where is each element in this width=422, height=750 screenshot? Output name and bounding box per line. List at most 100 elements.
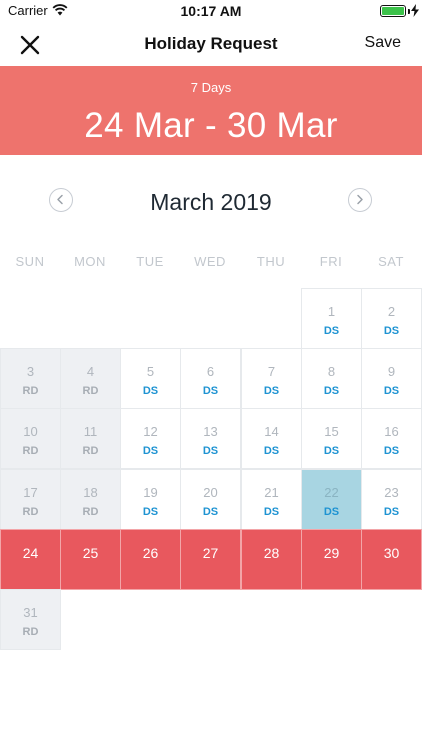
day-number: 28 (263, 545, 280, 561)
day-number: 14 (264, 424, 279, 439)
day-number: 6 (206, 364, 215, 379)
shift-code-label: DS (323, 325, 340, 337)
calendar-day[interactable]: 26 (120, 529, 181, 590)
calendar-day[interactable]: 12 DS (120, 408, 181, 469)
day-number: 29 (323, 545, 340, 561)
shift-code-label: DS (383, 325, 400, 337)
battery-icon (380, 5, 406, 17)
day-number: 9 (387, 364, 396, 379)
calendar-day[interactable]: 7 DS (241, 348, 302, 409)
day-number: 7 (267, 364, 276, 379)
weekday-label: SAT (378, 254, 404, 269)
day-number: 12 (143, 424, 158, 439)
shift-code-label: DS (202, 385, 219, 397)
calendar-day[interactable]: 23 DS (361, 469, 422, 530)
shift-code-label: RD (22, 626, 39, 638)
day-number: 4 (86, 364, 95, 379)
day-number: 1 (327, 304, 336, 319)
page-title: Holiday Request (144, 34, 278, 53)
nav-bar: Holiday Request Save (0, 24, 422, 66)
shift-code-label: DS (142, 506, 159, 518)
calendar-day[interactable]: 27 (180, 529, 241, 590)
calendar-day[interactable]: 31 RD (0, 589, 61, 650)
day-number: 18 (83, 485, 98, 500)
shift-code-label: DS (263, 385, 280, 397)
shift-code-label: DS (323, 506, 340, 518)
shift-code-label: RD (22, 506, 39, 518)
save-button[interactable]: Save (365, 34, 401, 52)
calendar-day[interactable]: 5 DS (120, 348, 181, 409)
weekday-label: TUE (136, 254, 164, 269)
day-number: 17 (23, 485, 38, 500)
day-number: 20 (203, 485, 218, 500)
day-number: 8 (327, 364, 336, 379)
date-range: 24 Mar - 30 Mar (84, 106, 338, 145)
calendar-day[interactable]: 18 RD (60, 469, 121, 530)
calendar-day[interactable]: 22 DS (301, 469, 362, 530)
shift-code-label: RD (82, 385, 99, 397)
calendar-day[interactable]: 10 RD (0, 408, 61, 469)
shift-code-label: RD (22, 445, 39, 457)
shift-code-label: DS (263, 445, 280, 457)
date-range-banner: 7 Days 24 Mar - 30 Mar (0, 66, 422, 155)
calendar-day[interactable]: 2 DS (361, 288, 422, 349)
calendar-day[interactable]: 24 (0, 529, 61, 590)
shift-code-label: DS (263, 506, 280, 518)
calendar-day[interactable]: 8 DS (301, 348, 362, 409)
shift-code-label: DS (323, 445, 340, 457)
day-number: 3 (26, 364, 35, 379)
calendar-day[interactable]: 25 (60, 529, 121, 590)
day-number: 19 (143, 485, 158, 500)
weekday-header: SUN MON TUE WED THU FRI SAT (0, 254, 422, 274)
shift-code-label: DS (142, 445, 159, 457)
shift-code-label: DS (383, 445, 400, 457)
status-bar: Carrier 10:17 AM (0, 0, 422, 24)
shift-code-label: DS (202, 445, 219, 457)
day-number: 11 (83, 424, 98, 439)
clock: 10:17 AM (180, 3, 242, 19)
shift-code-label: DS (142, 385, 159, 397)
day-number: 15 (324, 424, 339, 439)
next-month-button[interactable] (348, 188, 372, 212)
day-number: 5 (146, 364, 155, 379)
shift-code-label: DS (202, 506, 219, 518)
day-number: 21 (264, 485, 279, 500)
weekday-label: SUN (15, 254, 45, 269)
calendar-day[interactable]: 30 (361, 529, 422, 590)
weekday-label: MON (74, 254, 106, 269)
calendar-day[interactable]: 14 DS (241, 408, 302, 469)
shift-code-label: DS (323, 385, 340, 397)
battery-level (382, 7, 404, 15)
day-number: 22 (324, 485, 339, 500)
calendar-day[interactable]: 16 DS (361, 408, 422, 469)
charging-bolt-icon (411, 4, 419, 17)
calendar-day[interactable]: 17 RD (0, 469, 61, 530)
calendar-day[interactable]: 28 (241, 529, 302, 590)
calendar-day[interactable]: 3 RD (0, 348, 61, 409)
day-number: 25 (82, 545, 99, 561)
day-number: 2 (387, 304, 396, 319)
calendar-day[interactable]: 21 DS (241, 469, 302, 530)
calendar-day[interactable]: 6 DS (180, 348, 241, 409)
calendar-day[interactable]: 1 DS (301, 288, 362, 349)
battery-tip (408, 9, 410, 14)
day-number: 10 (23, 424, 38, 439)
day-number: 31 (23, 605, 38, 620)
calendar-day[interactable]: 19 DS (120, 469, 181, 530)
shift-code-label: DS (383, 506, 400, 518)
calendar-day[interactable]: 13 DS (180, 408, 241, 469)
day-number: 24 (22, 545, 39, 561)
calendar-day[interactable]: 4 RD (60, 348, 121, 409)
calendar-day[interactable]: 11 RD (60, 408, 121, 469)
weekday-label: THU (256, 254, 286, 269)
shift-code-label: RD (82, 445, 99, 457)
day-number: 30 (383, 545, 400, 561)
shift-code-label: RD (22, 385, 39, 397)
calendar-day[interactable]: 20 DS (180, 469, 241, 530)
calendar-day[interactable]: 29 (301, 529, 362, 590)
shift-code-label: RD (82, 506, 99, 518)
calendar-day[interactable]: 15 DS (301, 408, 362, 469)
calendar-grid: 1 DS 2 DS 3 RD 4 RD 5 DS 6 DS 7 DS 8 DS 9 DS 10 RD 11 RD 12 DS 1… (0, 288, 422, 650)
calendar-day[interactable]: 9 DS (361, 348, 422, 409)
month-header: March 2019 (0, 180, 422, 224)
